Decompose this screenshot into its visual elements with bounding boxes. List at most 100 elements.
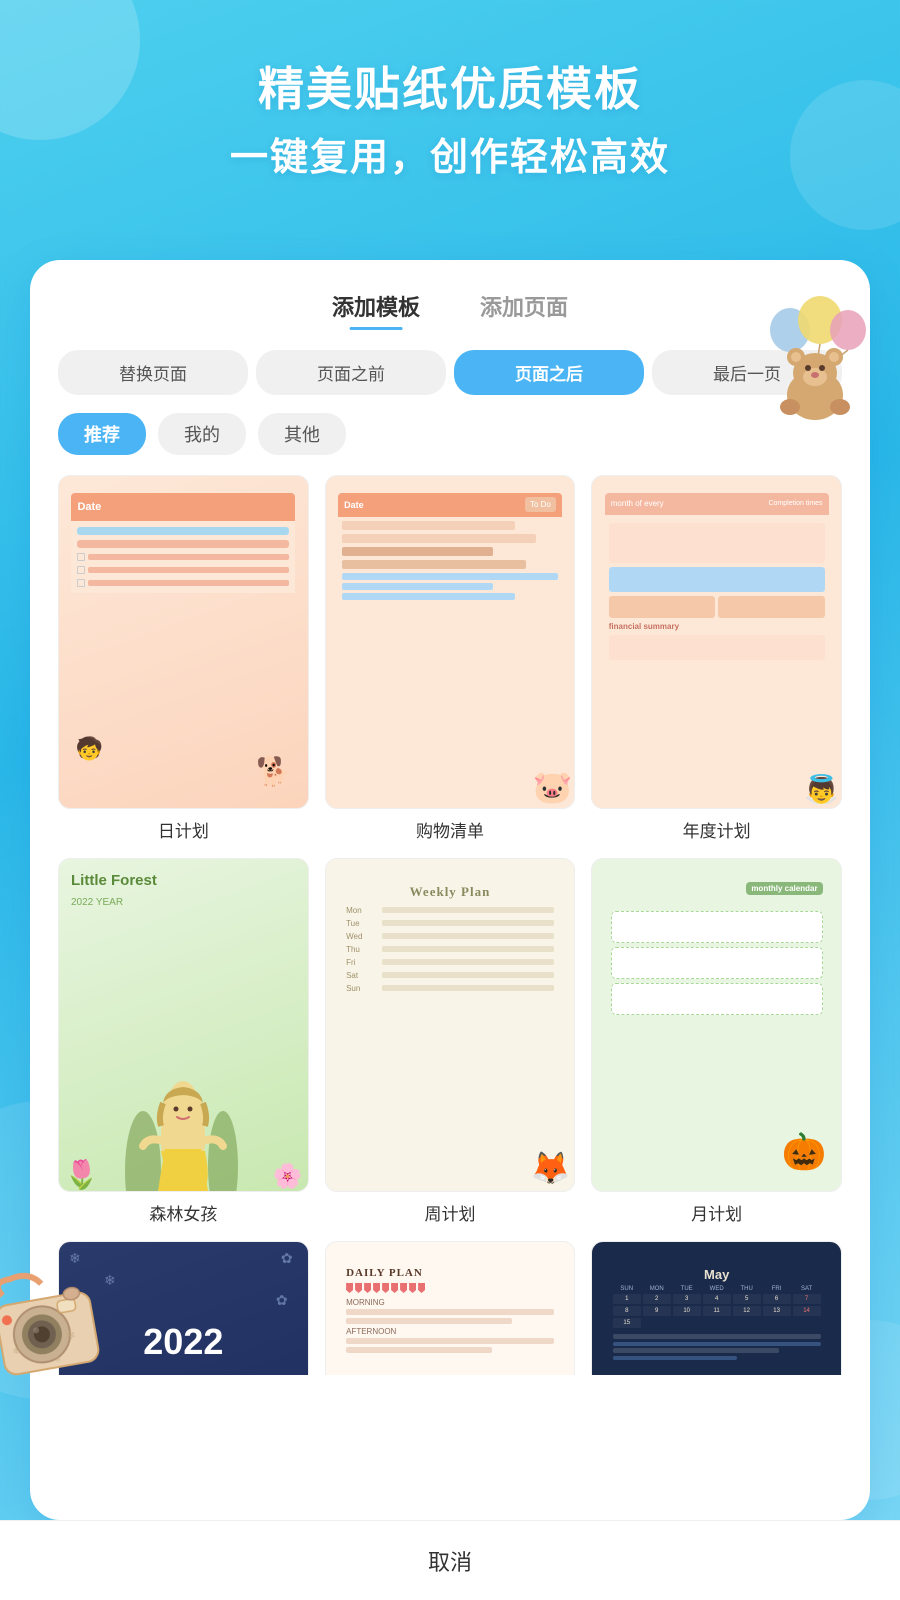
day-9: 9 [643, 1306, 671, 1316]
template-thumb-weekly-plan: Weekly Plan Mon Tue Wed [325, 858, 576, 1192]
monthly-sign: monthly calendar [746, 882, 822, 896]
tpl-2-body [338, 517, 562, 607]
template-label-forest-girl: 森林女孩 [149, 1200, 217, 1225]
pumpkin-icon: 🎃 [782, 1131, 827, 1173]
forest-girl-title: Little Forest 2022 YEAR [71, 871, 157, 910]
template-item-annual-plan[interactable]: month of every Completion times financia… [591, 475, 842, 842]
tpl-3-header: month of every Completion times [605, 493, 829, 515]
squiggle-1 [613, 1342, 821, 1346]
day-label-sun: Sun [346, 984, 378, 993]
tpl-3-htext2: Completion times [768, 500, 822, 507]
cat-btn-recommended[interactable]: 推荐 [58, 413, 146, 455]
flag-9 [418, 1283, 425, 1293]
pos-btn-after[interactable]: 页面之后 [454, 350, 644, 395]
bear-balloon-decoration [760, 295, 870, 438]
tpl-5-line-fri [382, 959, 554, 965]
header-area: 精美贴纸优质模板 一键复用，创作轻松高效 [0, 60, 900, 181]
tpl-1-body [71, 521, 295, 593]
tpl-9-inner: May SUN MON TUE WED THU FRI SAT 1 2 3 4 … [605, 1259, 829, 1375]
cat-btn-mine[interactable]: 我的 [158, 413, 246, 455]
day-2: 2 [643, 1294, 671, 1304]
tpl-2-row-7 [342, 593, 515, 600]
tpl-3-small [609, 596, 825, 618]
flag-3 [364, 1283, 371, 1293]
template-item-daily-plan-2[interactable]: DAILY PLAN MORNING [325, 1241, 576, 1375]
tpl-2-htext: Date [344, 500, 364, 510]
tpl-6-box-3 [611, 983, 823, 1015]
sat-header: SAT [793, 1286, 821, 1292]
day-label-mon: Mon [346, 906, 378, 915]
tpl-2-row-4 [342, 560, 525, 569]
template-item-monthly-plan[interactable]: monthly calendar 🎃 月计划 [591, 858, 842, 1225]
day-7: 7 [793, 1294, 821, 1304]
tpl-1-line-1 [77, 527, 289, 535]
pos-btn-replace[interactable]: 替换页面 [58, 350, 248, 395]
flag-2 [355, 1283, 362, 1293]
tpl-3-box-2 [609, 567, 825, 592]
header-title-line1: 精美贴纸优质模板 [0, 60, 900, 120]
tpl-5-wed: Wed [346, 932, 554, 941]
corgi-icon: 🐕 [256, 755, 291, 788]
daily-plan-2-header: DAILY PLAN [346, 1267, 554, 1279]
may-month-label: May [613, 1267, 821, 1282]
tpl-2-todo: To Do [525, 497, 556, 512]
weekly-plan-header: Weekly Plan [346, 884, 554, 900]
flag-5 [382, 1283, 389, 1293]
checkbox-line-3 [88, 580, 289, 586]
may-calendar-grid: SUN MON TUE WED THU FRI SAT 1 2 3 4 5 6 … [613, 1286, 821, 1328]
tab-add-page[interactable]: 添加页面 [480, 290, 568, 328]
day-8: 8 [613, 1306, 641, 1316]
template-item-shopping-list[interactable]: Date To Do 🐷 购物清单 [325, 475, 576, 842]
main-card: 添加模板 添加页面 替换页面 页面之前 页面之后 最后一页 推荐 我的 其他 D… [30, 260, 870, 1520]
tpl-1-line-2 [77, 540, 289, 548]
tpl-5-line-mon [382, 907, 554, 913]
tpl-6-content [611, 911, 823, 1015]
day-10: 10 [673, 1306, 701, 1316]
tpl-5-line-tue [382, 920, 554, 926]
afternoon-line-2 [346, 1347, 491, 1353]
note-line-2 [613, 1348, 779, 1353]
day-label-tue: Tue [346, 919, 378, 928]
note-line-1 [613, 1334, 821, 1339]
template-label-daily-plan: 日计划 [158, 817, 209, 842]
day-15: 15 [613, 1318, 641, 1328]
cat-btn-other[interactable]: 其他 [258, 413, 346, 455]
cancel-button[interactable]: 取消 [428, 1545, 472, 1577]
flag-7 [400, 1283, 407, 1293]
sun-header: SUN [613, 1286, 641, 1292]
tulip-icon: 🌷 [64, 1158, 99, 1191]
flower-icon: 🌸 [273, 1162, 303, 1191]
tpl-6-box-2 [611, 947, 823, 979]
flag-1 [346, 1283, 353, 1293]
day-label-wed: Wed [346, 932, 378, 941]
morning-label: MORNING [346, 1298, 554, 1307]
day-label-fri: Fri [346, 958, 378, 967]
template-thumb-daily-plan: Date [58, 475, 309, 809]
tpl-2-row-5 [342, 573, 558, 580]
tpl-3-htext: month of every [611, 499, 664, 508]
checkbox-icon [77, 553, 85, 561]
template-label-weekly-plan: 周计划 [424, 1200, 475, 1225]
template-item-weekly-plan[interactable]: Weekly Plan Mon Tue Wed [325, 858, 576, 1225]
flag-6 [391, 1283, 398, 1293]
tpl-2-row-6 [342, 583, 493, 590]
template-item-forest-girl[interactable]: Little Forest 2022 YEAR [58, 858, 309, 1225]
tpl-3-inner: month of every Completion times financia… [605, 493, 829, 792]
pos-btn-before[interactable]: 页面之前 [256, 350, 446, 395]
template-thumb-annual-plan: month of every Completion times financia… [591, 475, 842, 809]
wed-header: WED [703, 1286, 731, 1292]
fri-header: FRI [763, 1286, 791, 1292]
tab-add-template[interactable]: 添加模板 [332, 290, 420, 328]
template-thumb-shopping-list: Date To Do 🐷 [325, 475, 576, 809]
tpl-5-line-wed [382, 933, 554, 939]
template-item-daily-plan[interactable]: Date [58, 475, 309, 842]
day-5: 5 [733, 1294, 761, 1304]
tpl-5-mon: Mon [346, 906, 554, 915]
day-12: 12 [733, 1306, 761, 1316]
template-item-may-calendar[interactable]: May SUN MON TUE WED THU FRI SAT 1 2 3 4 … [591, 1241, 842, 1375]
tpl-5-sun: Sun [346, 984, 554, 993]
fox-icon: 🦊 [530, 1149, 570, 1187]
flag-8 [409, 1283, 416, 1293]
checkbox-icon-3 [77, 579, 85, 587]
position-buttons-row: 替换页面 页面之前 页面之后 最后一页 [58, 350, 842, 395]
